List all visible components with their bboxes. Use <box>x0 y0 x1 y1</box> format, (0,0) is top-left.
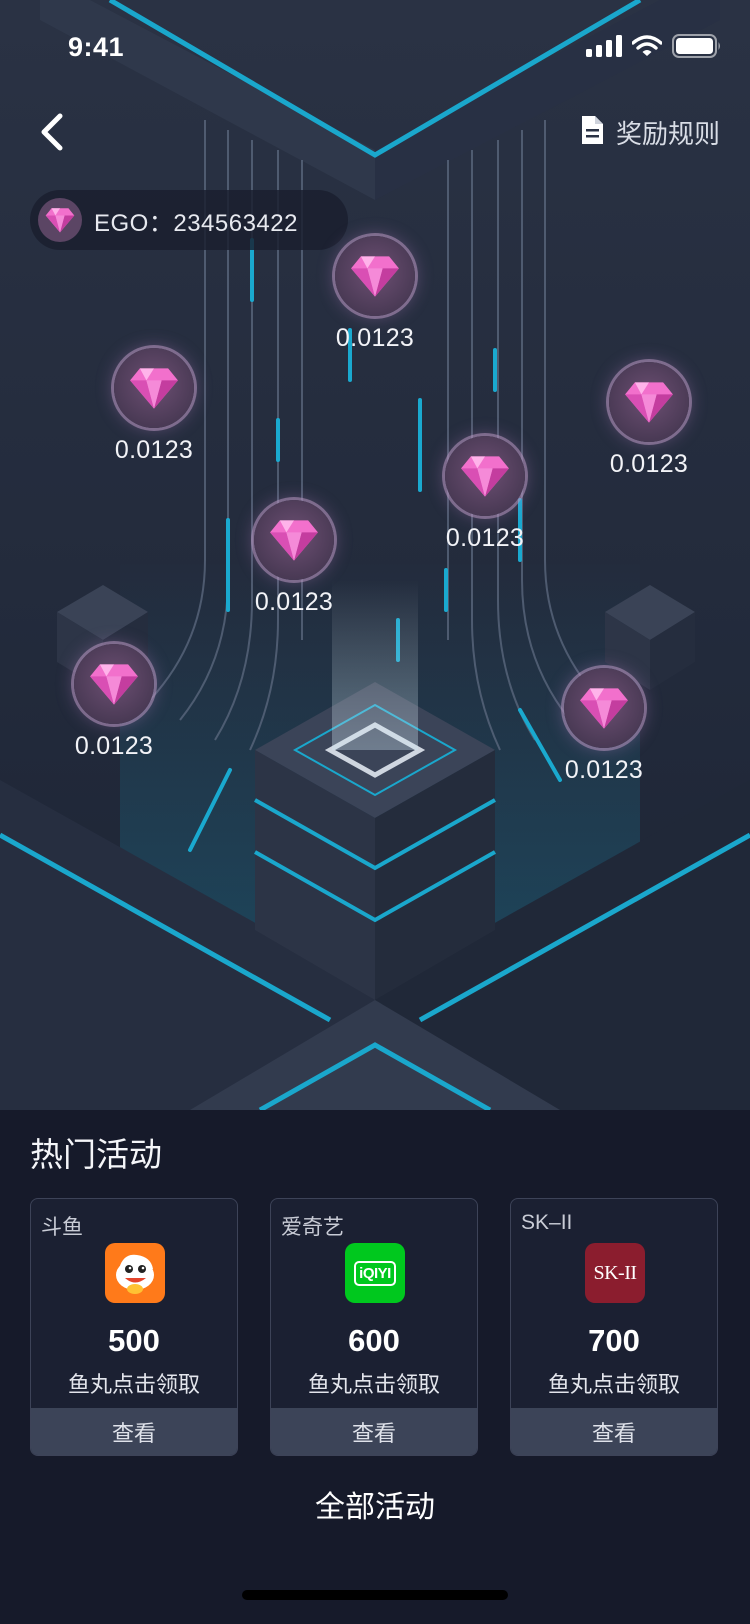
iqiyi-logo: iQIYI <box>345 1243 405 1303</box>
gem-amount: 0.0123 <box>114 436 194 464</box>
gem-icon <box>335 236 415 316</box>
back-button[interactable] <box>22 104 82 164</box>
card-description: 鱼丸点击领取 <box>307 1372 440 1397</box>
isometric-background <box>0 0 750 1110</box>
view-button[interactable]: 查看 <box>31 1408 237 1455</box>
gem-reward[interactable]: 0.0123 <box>49 644 179 761</box>
gem-reward[interactable]: 0.0123 <box>310 236 440 353</box>
sk2-logo-text: SK-II <box>593 1261 637 1284</box>
all-activities-link[interactable]: 全部活动 <box>0 1482 750 1526</box>
douyu-logo <box>105 1243 165 1303</box>
card-description: 鱼丸点击领取 <box>67 1372 200 1397</box>
card-brand: 爱奇艺 <box>281 1216 344 1239</box>
background-scene <box>0 0 750 1110</box>
gem-icon <box>38 198 82 242</box>
view-button[interactable]: 查看 <box>271 1408 477 1455</box>
ego-balance-text: EGO：234563422 <box>94 209 298 237</box>
card-brand: 斗鱼 <box>41 1216 83 1239</box>
gem-reward[interactable]: 0.0123 <box>89 348 219 465</box>
card-amount: 600 <box>348 1323 400 1358</box>
gem-icon <box>609 362 689 442</box>
gem-amount: 0.0123 <box>335 324 415 352</box>
document-icon <box>580 115 604 150</box>
signal-icon <box>586 35 622 62</box>
gem-reward[interactable]: 0.0123 <box>229 500 359 617</box>
status-icons <box>586 34 722 63</box>
gem-amount: 0.0123 <box>74 732 154 760</box>
activity-card-douyu: 斗鱼 500 鱼丸点击领取 查看 <box>30 1198 238 1456</box>
gem-amount: 0.0123 <box>609 450 689 478</box>
sk2-logo: SK-II <box>585 1243 645 1303</box>
gem-amount: 0.0123 <box>564 756 644 784</box>
reward-rules-label: 奖励规则 <box>615 119 720 149</box>
gem-icon <box>114 348 194 428</box>
ego-balance: EGO：234563422 <box>30 190 348 250</box>
gem-icon <box>74 644 154 724</box>
home-indicator[interactable] <box>242 1590 508 1600</box>
card-amount: 700 <box>588 1323 640 1358</box>
gem-icon <box>564 668 644 748</box>
gem-reward[interactable]: 0.0123 <box>584 362 714 479</box>
chevron-left-icon <box>38 112 66 157</box>
activity-card-iqiyi: 爱奇艺 iQIYI 600 鱼丸点击领取 查看 <box>270 1198 478 1456</box>
hot-activities-panel: 热门活动 斗鱼 500 鱼丸点击领取 查看 爱奇艺 iQIYI 600 鱼丸点击… <box>0 1110 750 1624</box>
card-brand: SK–II <box>521 1211 573 1234</box>
wifi-icon <box>631 35 663 62</box>
hot-activities-title: 热门活动 <box>30 1136 162 1173</box>
card-amount: 500 <box>108 1323 160 1358</box>
gem-reward[interactable]: 0.0123 <box>420 436 550 553</box>
battery-icon <box>672 34 722 63</box>
status-time: 9:41 <box>68 32 125 62</box>
card-description: 鱼丸点击领取 <box>547 1372 680 1397</box>
gem-reward[interactable]: 0.0123 <box>539 668 669 785</box>
gem-amount: 0.0123 <box>445 524 525 552</box>
view-button[interactable]: 查看 <box>511 1408 717 1455</box>
gem-icon <box>445 436 525 516</box>
gem-amount: 0.0123 <box>254 588 334 616</box>
gem-icon <box>254 500 334 580</box>
activity-card-sk2: SK–II SK-II 700 鱼丸点击领取 查看 <box>510 1198 718 1456</box>
reward-rules-link[interactable]: 奖励规则 <box>580 114 720 151</box>
status-bar: 9:41 <box>0 0 750 96</box>
iqiyi-logo-text: iQIYI <box>354 1260 396 1286</box>
